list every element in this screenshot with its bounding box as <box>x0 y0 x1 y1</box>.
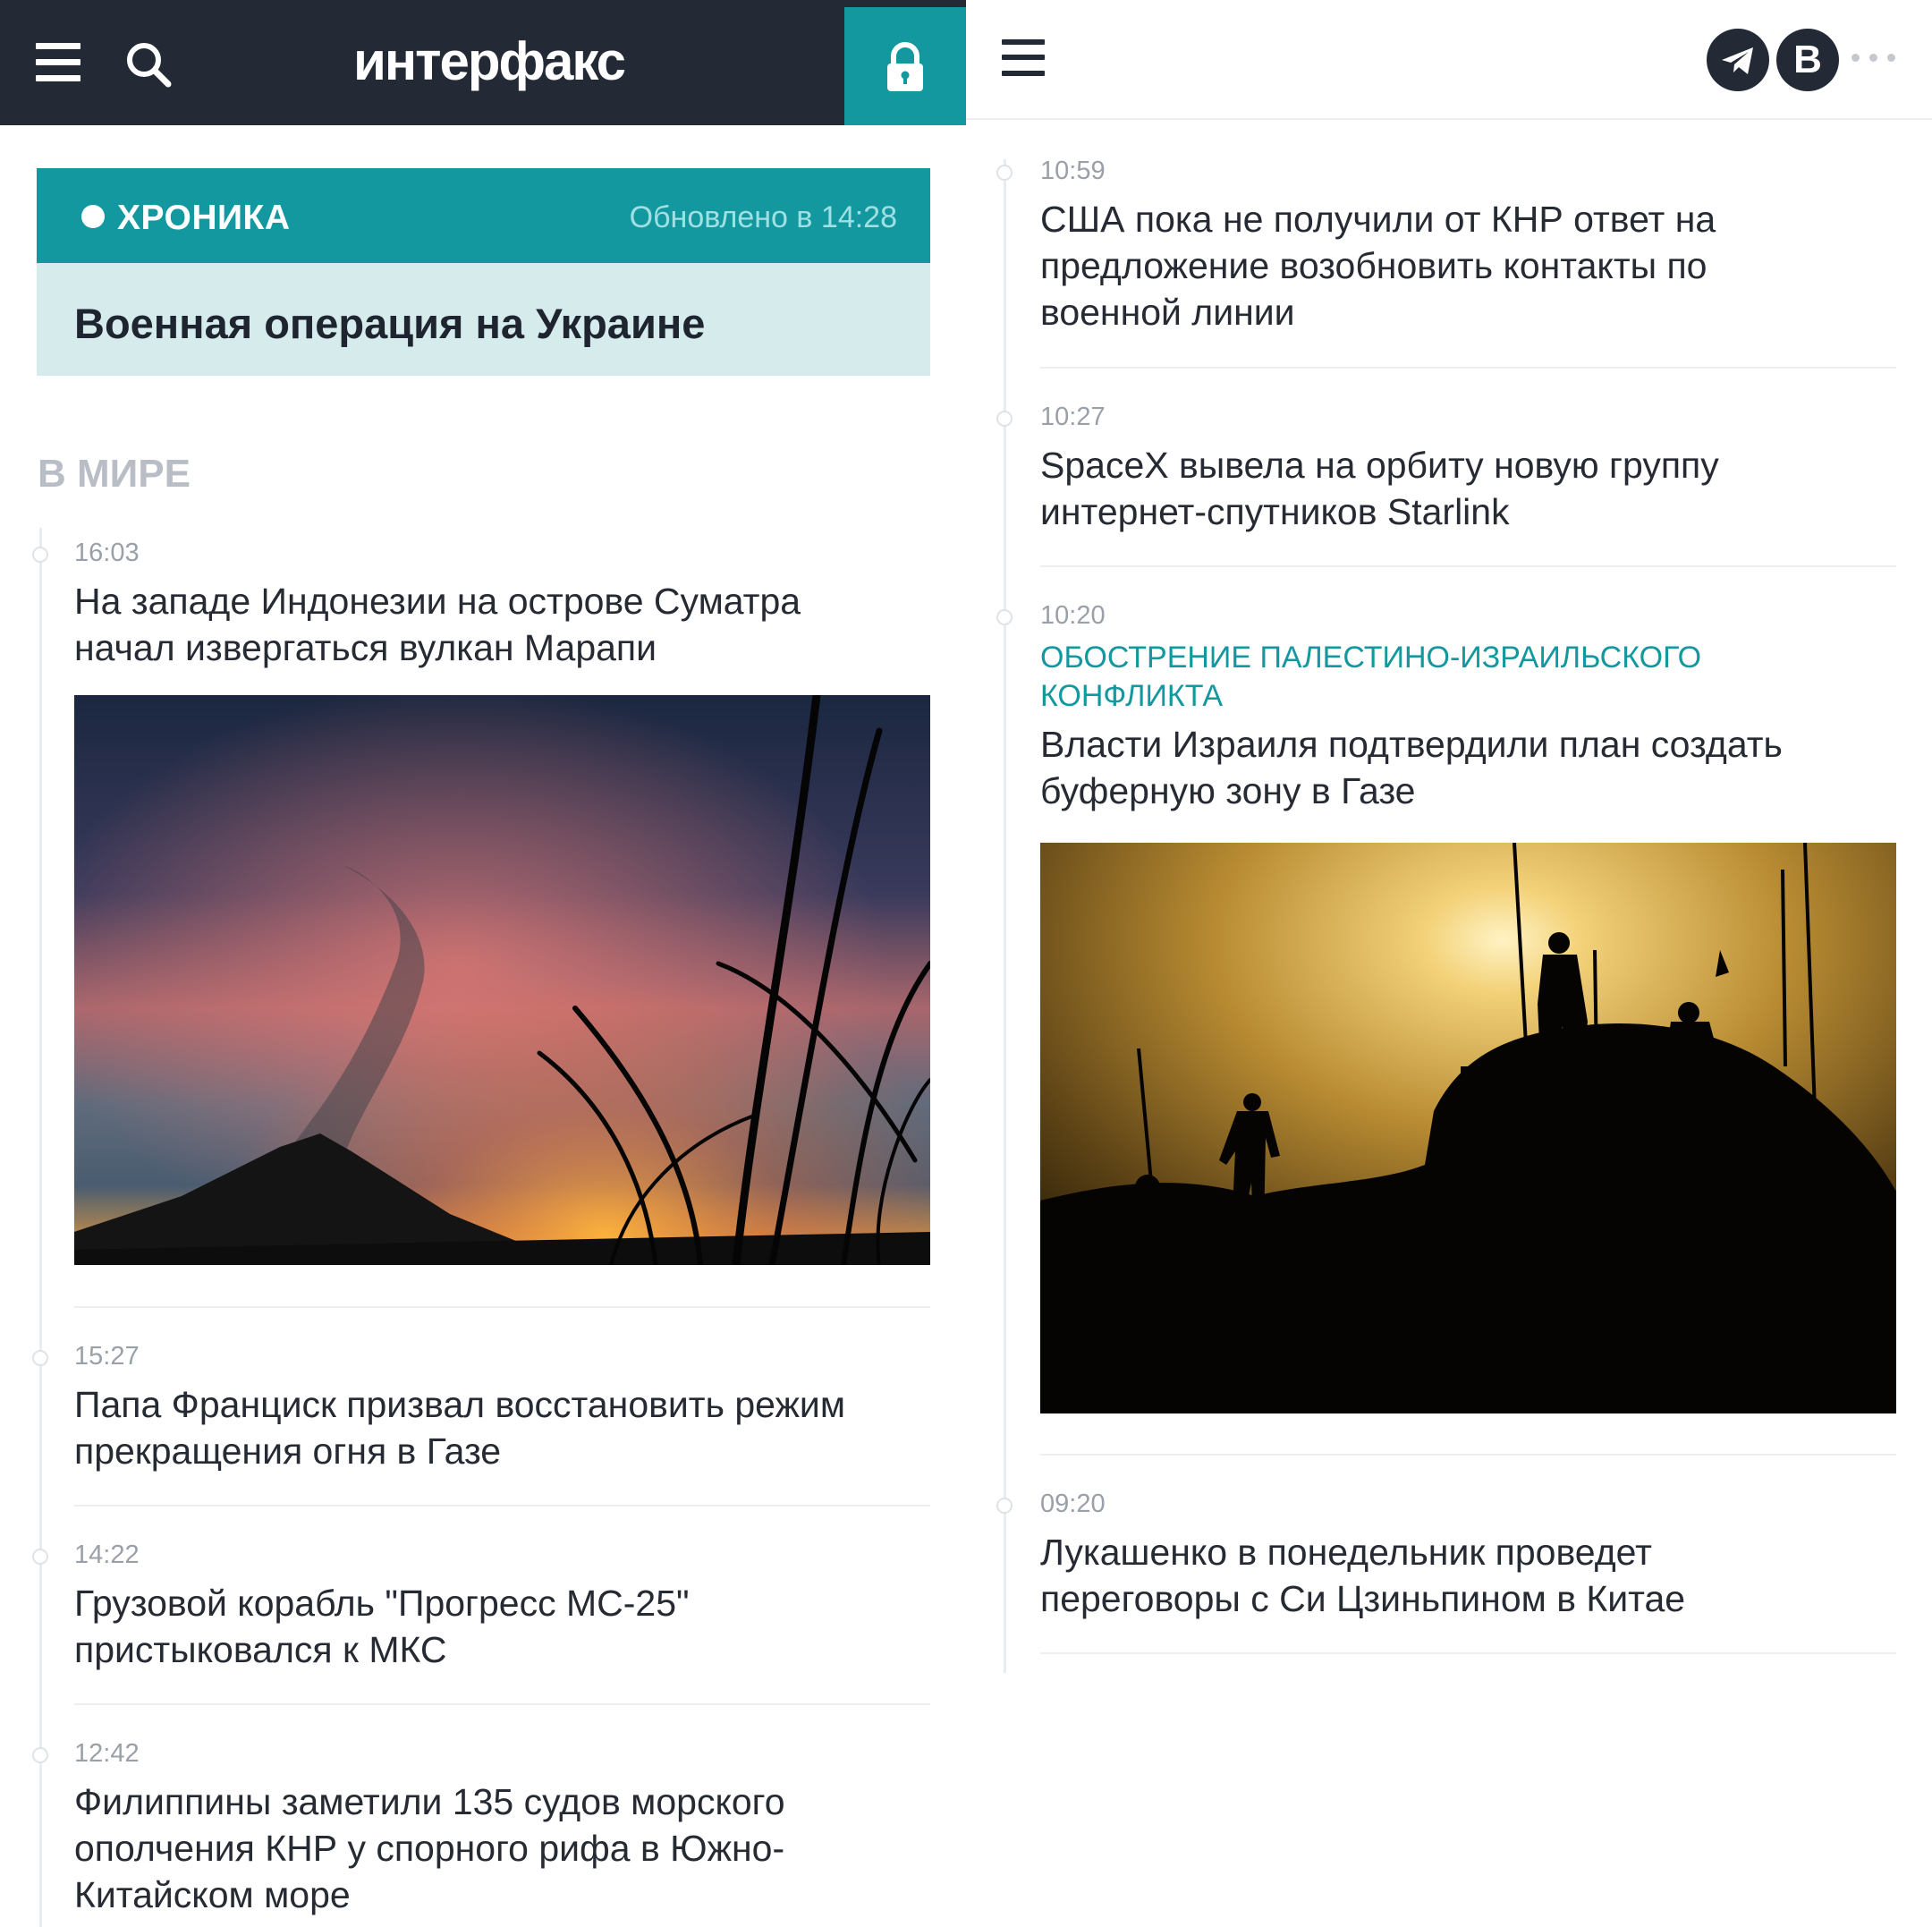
news-item[interactable]: 16:03 На западе Индонезии на острове Сум… <box>74 539 933 673</box>
right-screen: В 10:59 США пока не получили от КНР отве… <box>966 0 1932 1927</box>
news-item[interactable]: 14:22 Грузовой корабль "Прогресс МС-25" … <box>74 1541 933 1675</box>
chronicle-updated: Обновлено в 14:28 <box>629 200 897 234</box>
separator <box>74 1306 930 1308</box>
news-item[interactable]: 10:20 ОБОСТРЕНИЕ ПАЛЕСТИНО-ИЗРАИЛЬСКОГО … <box>1040 601 1899 816</box>
timeline-line <box>1004 159 1006 1673</box>
lock-button[interactable] <box>844 7 966 125</box>
news-item[interactable]: 12:42 Филиппины заметили 135 судов морск… <box>74 1739 933 1927</box>
logo-text: интерфакс <box>353 31 626 91</box>
chronicle-header: ХРОНИКА Обновлено в 14:28 <box>37 168 930 263</box>
news-title: США пока не получили от КНР ответ на пре… <box>1040 199 1716 333</box>
section-title: В МИРЕ <box>38 452 191 496</box>
news-time: 16:03 <box>74 539 140 567</box>
separator <box>74 1703 930 1705</box>
news-time: 09:20 <box>1040 1490 1106 1518</box>
volcano-sunset-photo[interactable] <box>74 695 930 1265</box>
news-title: Грузовой корабль "Прогресс МС-25" присты… <box>74 1583 690 1670</box>
live-dot-icon <box>81 205 105 228</box>
chronicle-label: ХРОНИКА <box>117 199 291 237</box>
hamburger-menu-icon[interactable] <box>36 43 80 82</box>
lock-icon <box>887 42 923 91</box>
news-title: Лукашенко в понедельник проведет перегов… <box>1040 1532 1686 1619</box>
separator <box>74 1505 930 1507</box>
timeline-dot <box>32 1747 48 1763</box>
soldiers-silhouette-photo[interactable] <box>1040 843 1896 1413</box>
timeline-dot <box>996 609 1013 625</box>
interfax-logo[interactable]: интерфакс <box>353 18 626 104</box>
chronicle-banner[interactable]: ХРОНИКА Обновлено в 14:28 Военная операц… <box>37 168 930 376</box>
timeline-dot <box>32 1549 48 1565</box>
news-title: На западе Индонезии на острове Суматра н… <box>74 581 801 668</box>
separator <box>1040 565 1896 567</box>
news-title: Филиппины заметили 135 судов морского оп… <box>74 1781 785 1915</box>
news-item[interactable]: 15:27 Папа Франциск призвал восстановить… <box>74 1342 933 1476</box>
news-item[interactable]: 10:27 SpaceX вывела на орбиту новую груп… <box>1040 403 1899 537</box>
news-time: 14:22 <box>74 1541 140 1569</box>
vk-icon[interactable]: В <box>1776 29 1839 91</box>
search-icon[interactable] <box>125 41 172 88</box>
timeline-dot <box>32 547 48 563</box>
telegram-icon[interactable] <box>1707 29 1769 91</box>
top-header: интерфакс <box>0 0 966 125</box>
news-title: Власти Израиля подтвердили план создать … <box>1040 724 1783 811</box>
news-time: 10:59 <box>1040 157 1106 185</box>
separator <box>1040 367 1896 369</box>
news-time: 12:42 <box>74 1739 140 1768</box>
timeline-dot <box>996 411 1013 427</box>
news-time: 10:27 <box>1040 403 1106 431</box>
hamburger-menu-icon[interactable] <box>1002 39 1045 77</box>
top-header: В <box>966 0 1932 120</box>
timeline-dot <box>996 165 1013 181</box>
timeline-line <box>39 528 42 1927</box>
vk-label: В <box>1793 38 1822 81</box>
news-item[interactable]: 10:59 США пока не получили от КНР ответ … <box>1040 157 1899 335</box>
separator <box>1040 1454 1896 1456</box>
news-topic-link[interactable]: ОБОСТРЕНИЕ ПАЛЕСТИНО-ИЗРАИЛЬСКОГО КОНФЛИ… <box>1040 639 1738 716</box>
chronicle-title: Военная операция на Украине <box>74 300 706 347</box>
separator <box>1040 1652 1896 1654</box>
chronicle-topic-link[interactable]: Военная операция на Украине <box>37 263 930 376</box>
news-time: 10:20 <box>1040 601 1106 630</box>
news-time: 15:27 <box>74 1342 140 1371</box>
news-title: Папа Франциск призвал восстановить режим… <box>74 1384 846 1472</box>
more-dots-icon[interactable] <box>1848 47 1902 73</box>
left-screen: интерфакс ХРОНИКА Обновлено в 14:28 Воен… <box>0 0 966 1927</box>
timeline-dot <box>32 1350 48 1366</box>
news-item[interactable]: 09:20 Лукашенко в понедельник проведет п… <box>1040 1490 1899 1624</box>
timeline-dot <box>996 1498 1013 1514</box>
news-title: SpaceX вывела на орбиту новую группу инт… <box>1040 445 1719 532</box>
